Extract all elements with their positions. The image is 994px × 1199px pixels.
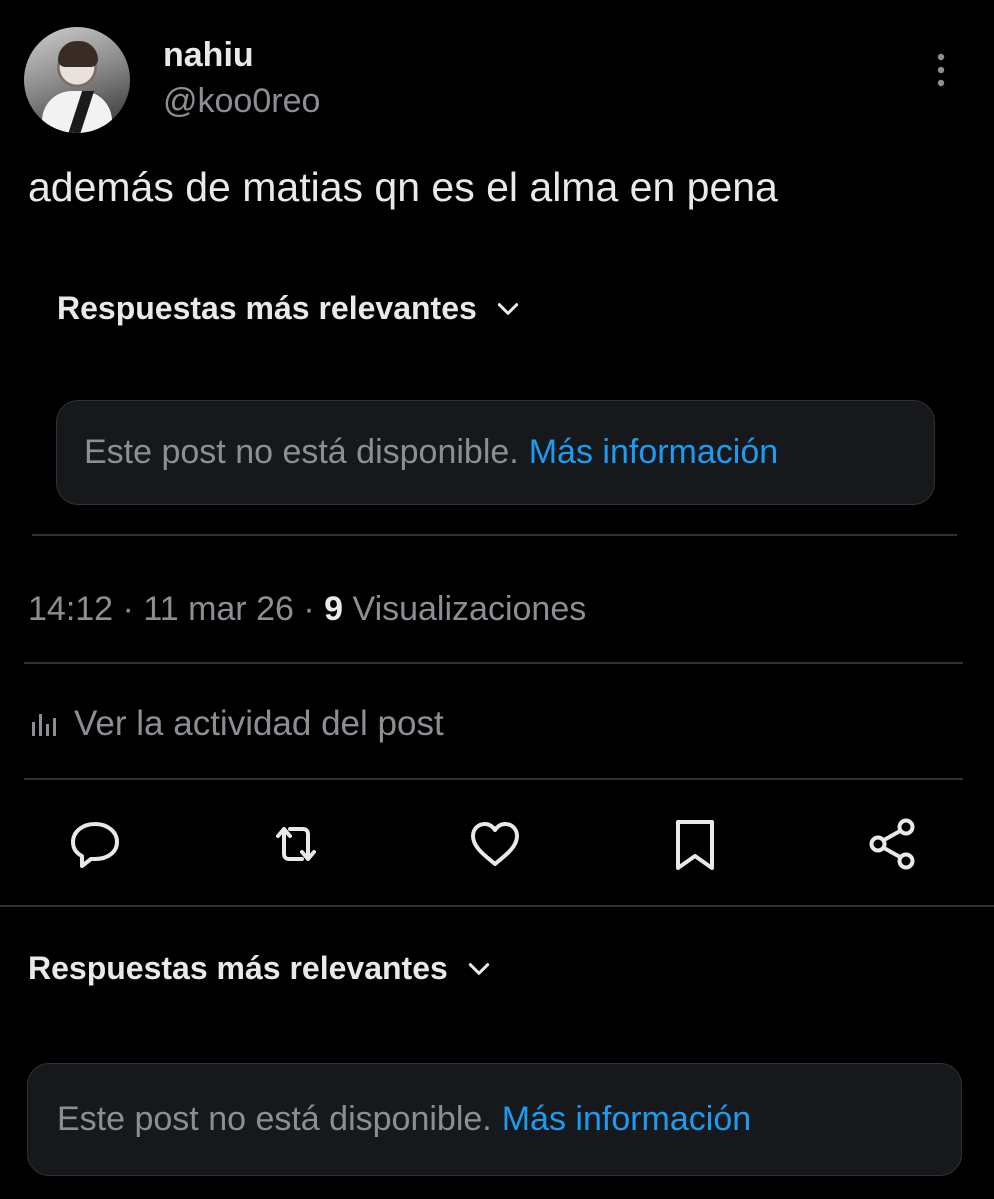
views-count: 9 — [324, 590, 344, 628]
sort-label: Respuestas más relevantes — [57, 290, 477, 326]
avatar-hair — [58, 41, 98, 67]
heart-icon[interactable] — [465, 814, 525, 874]
post-meta: 14:12 · 11 mar 26 · 9 Visualizaciones — [28, 590, 586, 629]
activity-label: Ver la actividad del post — [74, 704, 444, 743]
more-info-link[interactable]: Más información — [529, 433, 778, 472]
divider — [0, 905, 994, 907]
unavailable-text: Este post no está disponible. — [84, 433, 519, 471]
more-info-link[interactable]: Más información — [502, 1100, 751, 1139]
unavailable-post-card: Este post no está disponible. Más inform… — [56, 400, 935, 505]
chevron-down-icon — [468, 962, 489, 975]
post-activity-link[interactable]: Ver la actividad del post — [28, 704, 444, 744]
avatar[interactable] — [24, 27, 130, 133]
tweet-text: además de matias qn es el alma en pena — [28, 164, 778, 210]
divider — [24, 778, 963, 780]
analytics-icon — [32, 714, 56, 736]
retweet-icon[interactable] — [266, 814, 326, 874]
post-date: 11 mar 26 — [143, 590, 294, 628]
chevron-down-icon — [497, 302, 518, 315]
more-vertical-icon[interactable] — [930, 52, 952, 88]
reply-icon[interactable] — [65, 814, 125, 874]
meta-separator: · — [122, 590, 134, 628]
meta-separator: · — [303, 590, 315, 628]
divider — [24, 662, 963, 664]
sort-replies-selector[interactable]: Respuestas más relevantes — [28, 950, 492, 987]
sort-replies-selector[interactable]: Respuestas más relevantes — [57, 290, 521, 327]
sort-label: Respuestas más relevantes — [28, 950, 448, 986]
display-name[interactable]: nahiu — [163, 36, 254, 75]
share-icon[interactable] — [864, 814, 924, 874]
bookmark-icon[interactable] — [665, 814, 725, 874]
user-handle[interactable]: @koo0reo — [163, 82, 320, 121]
views-label: Visualizaciones — [352, 590, 587, 628]
unavailable-post-card: Este post no está disponible. Más inform… — [27, 1063, 962, 1176]
post-time: 14:12 — [28, 590, 114, 628]
divider — [32, 534, 957, 536]
unavailable-text: Este post no está disponible. — [57, 1100, 492, 1138]
